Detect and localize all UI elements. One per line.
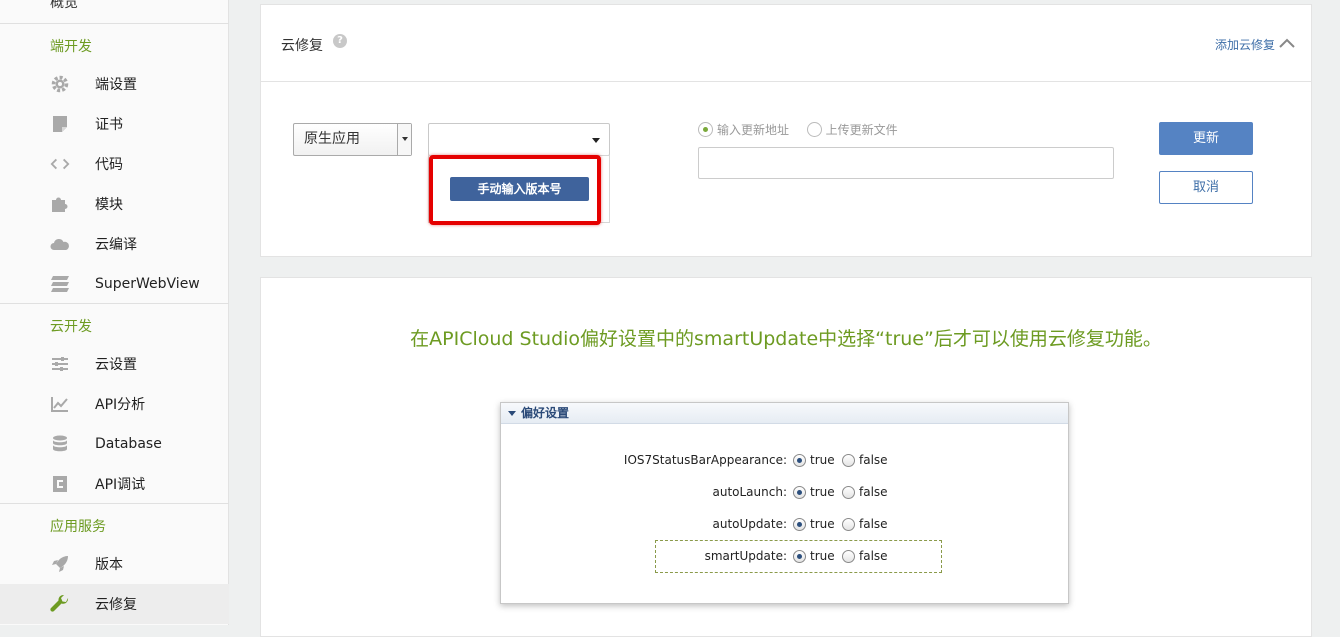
help-icon[interactable]: ? <box>333 34 347 48</box>
sidebar-item-cloud-settings[interactable]: 云设置 <box>0 344 229 384</box>
sidebar: 概览 端开发 端设置 证书 代码 模块 云编译 SuperWebView 云开发… <box>0 0 229 625</box>
version-select[interactable] <box>428 123 610 156</box>
sidebar-section-header: 云开发 <box>50 319 92 335</box>
sidebar-item-label: 云设置 <box>95 357 137 373</box>
page-title: 云修复 <box>281 38 323 54</box>
app-type-value: 原生应用 <box>304 131 360 147</box>
pref-row: IOS7StatusBarAppearance: true false <box>501 451 1070 471</box>
radio-true-label: true <box>810 485 835 499</box>
update-button[interactable]: 更新 <box>1159 122 1253 155</box>
pref-row: autoLaunch: true false <box>501 483 1070 503</box>
pref-key: smartUpdate: <box>704 549 787 563</box>
certificate-icon <box>50 114 70 134</box>
radio-true[interactable] <box>793 486 806 499</box>
radio-true-label: true <box>810 549 835 563</box>
sidebar-item-version[interactable]: 版本 <box>0 544 229 584</box>
chevron-up-icon <box>1279 38 1295 48</box>
radio-false-label: false <box>859 453 888 467</box>
sidebar-item-superwebview[interactable]: SuperWebView <box>0 264 229 304</box>
pref-key: autoUpdate: <box>712 517 787 531</box>
database-icon <box>50 434 70 454</box>
radio-false[interactable] <box>842 454 855 467</box>
chevron-down-icon <box>397 124 411 155</box>
sidebar-item-cloud-repair[interactable]: 云修复 <box>0 584 229 624</box>
preferences-screenshot: 偏好设置 IOS7StatusBarAppearance: true false… <box>500 402 1069 604</box>
radio-true-label: true <box>810 517 835 531</box>
app-type-select[interactable]: 原生应用 <box>293 123 412 156</box>
radio-url-label: 输入更新地址 <box>717 123 790 137</box>
sidebar-item-label: API调试 <box>95 477 146 493</box>
info-panel: 在APICloud Studio偏好设置中的smartUpdate中选择“tru… <box>260 277 1312 637</box>
cancel-button[interactable]: 取消 <box>1159 171 1253 204</box>
sidebar-item-api-analysis[interactable]: API分析 <box>0 384 229 424</box>
smartupdate-notice: 在APICloud Studio偏好设置中的smartUpdate中选择“tru… <box>410 328 1162 350</box>
sidebar-item-label: 端设置 <box>95 77 137 93</box>
sidebar-item-label: 模块 <box>95 197 123 213</box>
sidebar-item-label: API分析 <box>95 397 146 413</box>
gear-icon <box>50 74 70 94</box>
sidebar-section-header: 端开发 <box>50 39 92 55</box>
rocket-icon <box>50 554 70 574</box>
radio-true[interactable] <box>793 454 806 467</box>
cloud-repair-panel: 云修复 ? 添加云修复 原生应用 手动输入版本号 输入更新地址 上传更新文件 更… <box>260 4 1312 257</box>
layers-icon <box>50 274 70 294</box>
sidebar-item-modules[interactable]: 模块 <box>0 184 229 224</box>
sidebar-divider <box>0 23 229 24</box>
sidebar-item-label: SuperWebView <box>95 276 200 292</box>
radio-false-label: false <box>859 485 888 499</box>
debug-icon <box>50 474 70 494</box>
sidebar-item-code[interactable]: 代码 <box>0 144 229 184</box>
triangle-down-icon <box>508 411 516 416</box>
cloud-icon <box>50 234 70 254</box>
manual-version-button[interactable]: 手动输入版本号 <box>450 177 589 201</box>
sidebar-item-label: 云修复 <box>95 597 137 613</box>
radio-false[interactable] <box>842 518 855 531</box>
sidebar-item-api-debug[interactable]: API调试 <box>0 464 229 504</box>
pref-row: smartUpdate: true false <box>501 547 1070 567</box>
sidebar-item-cloud-build[interactable]: 云编译 <box>0 224 229 264</box>
radio-false-label: false <box>859 549 888 563</box>
sidebar-item-label: 版本 <box>95 557 123 573</box>
sidebar-divider <box>0 303 229 304</box>
preferences-title: 偏好设置 <box>521 406 570 420</box>
radio-false[interactable] <box>842 486 855 499</box>
add-cloud-repair-link[interactable]: 添加云修复 <box>1214 36 1295 53</box>
preferences-header: 偏好设置 <box>501 403 1068 424</box>
radio-true-label: true <box>810 453 835 467</box>
sidebar-item-client-settings[interactable]: 端设置 <box>0 64 229 104</box>
wrench-icon <box>50 594 70 614</box>
radio-false-label: false <box>859 517 888 531</box>
chart-icon <box>50 394 70 414</box>
radio-true[interactable] <box>793 518 806 531</box>
sidebar-item-certificate[interactable]: 证书 <box>0 104 229 144</box>
sidebar-section-header: 应用服务 <box>50 519 106 535</box>
puzzle-icon <box>50 194 70 214</box>
panel-divider <box>261 81 1311 82</box>
radio-false[interactable] <box>842 550 855 563</box>
sidebar-item-label: 云编译 <box>95 237 137 253</box>
radio-url[interactable] <box>698 122 713 137</box>
pref-key: autoLaunch: <box>712 485 787 499</box>
pref-row: autoUpdate: true false <box>501 515 1070 535</box>
sidebar-item-label: 代码 <box>95 157 123 173</box>
code-icon <box>50 154 70 174</box>
pref-key: IOS7StatusBarAppearance: <box>623 453 787 467</box>
update-source-radios: 输入更新地址 上传更新文件 <box>698 121 898 138</box>
sidebar-divider <box>0 503 229 504</box>
radio-file-label: 上传更新文件 <box>825 123 898 137</box>
radio-true[interactable] <box>793 550 806 563</box>
sliders-icon <box>50 354 70 374</box>
add-cloud-repair-label: 添加云修复 <box>1214 38 1275 52</box>
update-url-input[interactable] <box>698 147 1114 179</box>
sidebar-item-label: 证书 <box>95 117 123 133</box>
radio-file[interactable] <box>806 122 822 137</box>
sidebar-item-overview[interactable]: 概览 <box>50 0 78 12</box>
sidebar-item-database[interactable]: Database <box>0 424 229 464</box>
sidebar-item-label: Database <box>95 436 162 452</box>
